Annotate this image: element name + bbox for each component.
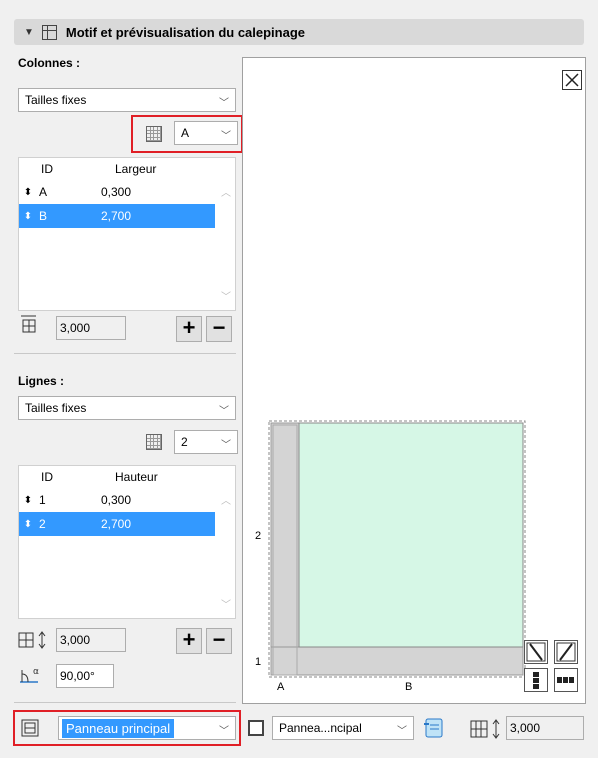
remove-row-button[interactable]: −: [206, 628, 232, 654]
table-row[interactable]: ⬍ A 0,300: [19, 180, 215, 204]
add-column-button[interactable]: +: [176, 316, 202, 342]
drag-handle-icon[interactable]: ⬍: [19, 519, 37, 530]
section-title: Motif et prévisualisation du calepinage: [65, 24, 306, 40]
column-header-id: ID: [41, 162, 53, 176]
columns-id-select[interactable]: A ﹀: [174, 121, 238, 145]
drag-handle-icon[interactable]: ⬍: [19, 187, 37, 198]
columns-label: Colonnes :: [18, 56, 80, 70]
scroll-down-icon[interactable]: ﹀: [221, 288, 231, 303]
remove-column-button[interactable]: −: [206, 316, 232, 342]
scroll-down-icon[interactable]: ﹀: [221, 596, 231, 611]
horizontal-stack-icon[interactable]: [554, 668, 578, 692]
vertical-stack-icon[interactable]: [524, 668, 548, 692]
grid-icon: [146, 126, 162, 142]
chevron-down-icon: ﹀: [219, 726, 229, 737]
angle-icon: α: [18, 664, 48, 686]
drag-handle-icon[interactable]: ⬍: [19, 495, 37, 506]
row-id: A: [39, 185, 48, 199]
column-header-width: Largeur: [115, 162, 157, 176]
table-row[interactable]: ⬍ 1 0,300: [19, 488, 215, 512]
panel-icon: [21, 719, 39, 737]
panel-type-value-2: Pannea...ncipal: [279, 721, 362, 735]
grid-height-icon: [470, 718, 504, 740]
collapse-triangle-icon[interactable]: ▼: [24, 27, 34, 38]
preview-drawing: [268, 420, 526, 678]
row-header-height: Hauteur: [115, 470, 158, 484]
column-total-width-icon: [20, 312, 38, 334]
row-label: 1: [255, 656, 262, 668]
chevron-down-icon: ﹀: [397, 726, 407, 737]
columns-total-field[interactable]: 3,000: [56, 316, 126, 340]
row-id: 1: [39, 493, 46, 507]
rows-table[interactable]: ID Hauteur ⬍ 1 0,300 ⬍ 2 2,700 ︿ ﹀: [18, 465, 236, 619]
rows-mode-value: Tailles fixes: [25, 401, 87, 415]
panel-type-select[interactable]: Panneau principal ﹀: [58, 716, 236, 740]
rows-id-value: 2: [181, 435, 188, 449]
table-row[interactable]: ⬍ 2 2,700: [19, 512, 215, 536]
chevron-down-icon: ﹀: [219, 406, 229, 417]
angle-field[interactable]: 90,00°: [56, 664, 114, 688]
row-total-height-icon: [18, 630, 52, 650]
rows-total-field[interactable]: 3,000: [56, 628, 126, 652]
columns-id-value: A: [181, 126, 190, 140]
panel-type-select-2[interactable]: Pannea...ncipal ﹀: [272, 716, 414, 740]
add-row-button[interactable]: +: [176, 628, 202, 654]
columns-mode-value: Tailles fixes: [25, 93, 87, 107]
columns-mode-select[interactable]: Tailles fixes ﹀: [18, 88, 236, 112]
row-id: 2: [39, 517, 46, 531]
row-header-id: ID: [41, 470, 53, 484]
scroll-up-icon[interactable]: ︿: [221, 184, 231, 199]
column-label: A: [277, 681, 285, 693]
table-row[interactable]: ⬍ B 2,700: [19, 204, 215, 228]
row-value[interactable]: 0,300: [61, 493, 211, 507]
grid-icon: [146, 434, 162, 450]
rows-label: Lignes :: [18, 374, 65, 388]
svg-text:α: α: [33, 667, 39, 677]
divider: [14, 353, 236, 354]
column-label: B: [405, 681, 413, 693]
scroll-up-icon[interactable]: ︿: [221, 492, 231, 507]
panel-square-icon: [248, 720, 264, 736]
chevron-down-icon: ﹀: [221, 131, 231, 142]
row-value[interactable]: 2,700: [61, 517, 211, 531]
row-label: 2: [255, 530, 262, 542]
row-value[interactable]: 0,300: [61, 185, 211, 199]
rows-id-select[interactable]: 2 ﹀: [174, 430, 238, 454]
section-header[interactable]: ▼ Motif et prévisualisation du calepinag…: [14, 19, 584, 45]
drag-handle-icon[interactable]: ⬍: [19, 211, 37, 222]
rows-mode-select[interactable]: Tailles fixes ﹀: [18, 396, 236, 420]
height-field[interactable]: 3,000: [506, 716, 584, 740]
row-id: B: [39, 209, 48, 223]
apply-panel-icon[interactable]: [422, 716, 446, 740]
divider: [14, 702, 236, 703]
diagonal-right-icon[interactable]: [554, 640, 578, 664]
chevron-down-icon: ﹀: [221, 440, 231, 451]
row-value[interactable]: 2,700: [61, 209, 211, 223]
columns-table[interactable]: ID Largeur ⬍ A 0,300 ⬍ B 2,700 ︿ ﹀: [18, 157, 236, 311]
chevron-down-icon: ﹀: [219, 98, 229, 109]
pattern-preview[interactable]: 2 1 A B: [242, 57, 586, 704]
pattern-section-icon: [41, 24, 57, 40]
panel-type-value: Panneau principal: [62, 718, 175, 738]
diagonal-left-icon[interactable]: [524, 640, 548, 664]
